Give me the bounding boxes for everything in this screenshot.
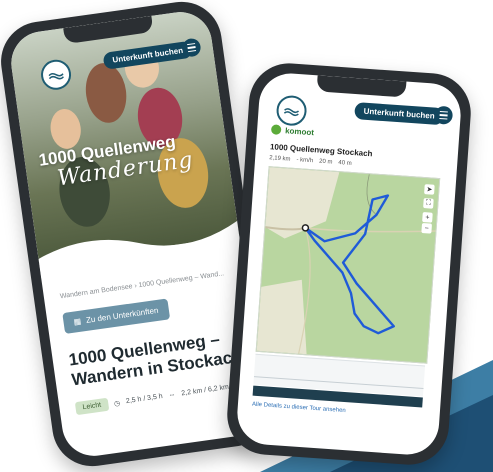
menu-button[interactable] (434, 105, 454, 125)
stat-distance: 2,19 km (268, 155, 291, 163)
tour-details-link[interactable]: Alle Details zu dieser Tour ansehen (252, 402, 346, 415)
building-icon: ▦ (73, 316, 82, 327)
stat-ascent: 20 m (318, 158, 333, 166)
komoot-logo[interactable]: komoot (270, 124, 445, 146)
difficulty-badge: Leicht (74, 397, 109, 416)
fullscreen-icon[interactable]: ⛶ (423, 198, 434, 209)
book-accommodation-button[interactable]: Unterkunft buchen (354, 102, 445, 126)
komoot-card-header: komoot 1000 Quellenweg Stockach 2,19 km … (269, 124, 445, 173)
zoom-out-icon[interactable]: − (421, 222, 433, 234)
route-map[interactable]: ➤ ⛶ + − (255, 166, 441, 364)
phone-notch (316, 75, 407, 98)
distance-text: 2,2 km / 6,2 km (180, 383, 230, 398)
start-marker (301, 224, 310, 232)
locate-icon[interactable]: ➤ (424, 184, 435, 195)
to-accommodations-button[interactable]: ▦ Zu den Unterkünften (62, 298, 170, 334)
stat-speed: - km/h (296, 157, 314, 165)
right-phone: Unterkunft buchen komoot 1000 Quellenweg… (224, 60, 474, 468)
zoom-in-icon[interactable]: + (422, 212, 433, 223)
komoot-label: komoot (284, 125, 315, 137)
duration-text: 2,5 h / 3,5 h (125, 393, 164, 406)
to-accommodations-label: Zu den Unterkünften (85, 305, 159, 325)
stat-descent: 40 m (338, 160, 352, 167)
clock-icon: ◷ (113, 399, 121, 408)
right-phone-screen: Unterkunft buchen komoot 1000 Quellenweg… (235, 71, 463, 457)
menu-icon (187, 42, 196, 46)
komoot-icon (270, 124, 282, 135)
logo-icon[interactable] (275, 94, 308, 127)
breadcrumb[interactable]: Wandern am Bodensee › 1000 Quellenweg – … (60, 270, 225, 300)
distance-icon: ⇔ (168, 391, 177, 400)
menu-icon (439, 110, 448, 113)
map-drawing (256, 167, 440, 363)
